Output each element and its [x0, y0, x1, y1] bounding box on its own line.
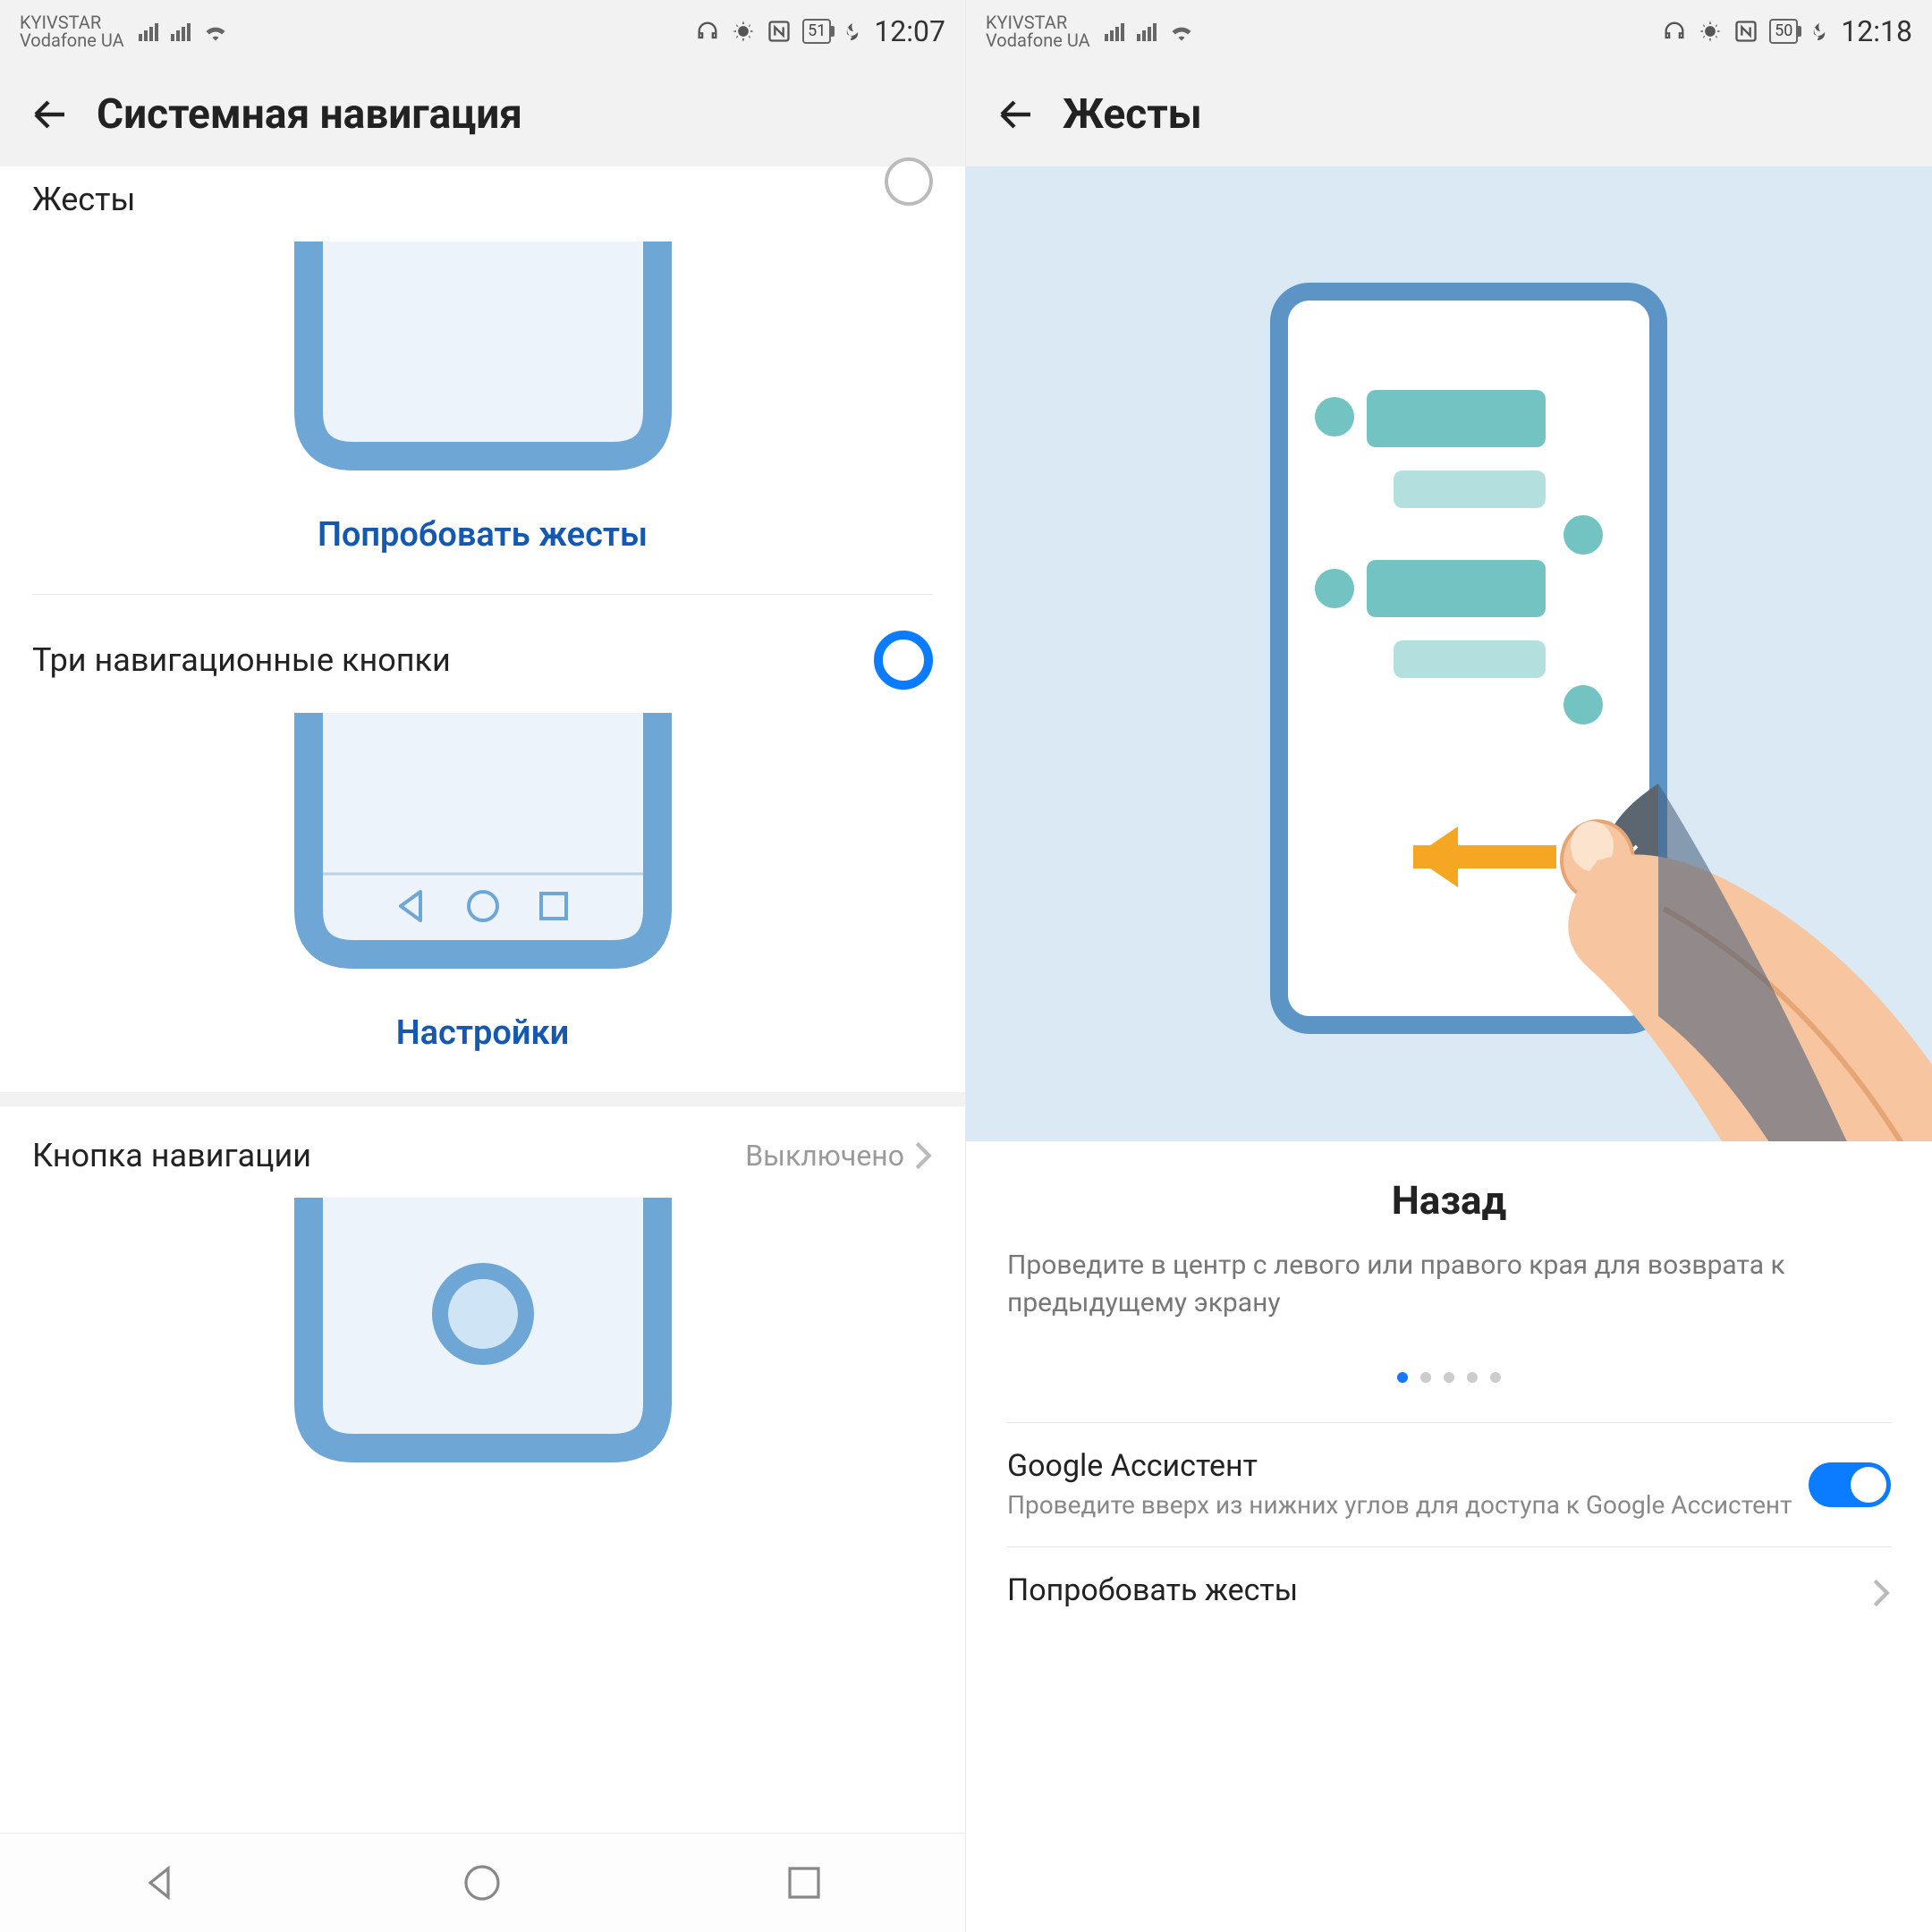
phone-u-shape-icon	[273, 242, 693, 474]
illustration-gestures	[0, 227, 965, 483]
back-arrow-icon	[995, 93, 1038, 136]
carrier-2: Vodafone UA	[986, 31, 1090, 49]
eye-comfort-icon	[731, 19, 756, 44]
illustration-three-buttons	[0, 699, 965, 981]
nav-home-icon[interactable]	[461, 1861, 504, 1904]
status-right: 50 12:18	[1662, 14, 1912, 48]
chevron-right-icon	[1871, 1578, 1891, 1608]
page-indicator[interactable]	[966, 1331, 1932, 1419]
wifi-icon	[1169, 21, 1194, 41]
option-navbtn-label: Кнопка навигации	[32, 1137, 311, 1174]
signal-icon	[171, 21, 194, 41]
leaf-icon	[1809, 21, 1830, 42]
wifi-icon	[203, 21, 228, 41]
dot-3[interactable]	[1444, 1372, 1454, 1383]
page-title: Системная навигация	[97, 90, 522, 139]
battery-level: 50	[1775, 23, 1792, 39]
back-arrow-icon	[29, 93, 72, 136]
option-three-buttons[interactable]: Три навигационные кнопки	[0, 595, 965, 699]
option-gestures-label: Жесты	[32, 181, 135, 218]
headphones-icon	[695, 19, 720, 44]
gesture-illustration[interactable]	[966, 166, 1932, 1141]
slide-description: Проведите в центр с левого или правого к…	[1007, 1247, 1891, 1322]
eye-comfort-icon	[1698, 19, 1723, 44]
back-button[interactable]	[27, 91, 73, 138]
nav-recent-icon[interactable]	[783, 1861, 826, 1904]
nfc-icon	[767, 19, 792, 44]
battery-icon: 51	[802, 19, 831, 44]
chevron-right-icon	[913, 1140, 933, 1171]
google-assistant-title: Google Ассистент	[1007, 1448, 1792, 1484]
screen-gestures: KYIVSTAR Vodafone UA 50 12:18 Жесты	[965, 0, 1932, 1932]
app-header: Жесты	[966, 63, 1932, 166]
screen-system-navigation: KYIVSTAR Vodafone UA 51 12:07 Сис	[0, 0, 965, 1932]
app-header: Системная навигация	[0, 63, 965, 166]
back-button[interactable]	[993, 91, 1039, 138]
slide-text: Назад Проведите в центр с левого или пра…	[966, 1141, 1932, 1331]
signal-icons	[1105, 21, 1194, 41]
clock-time: 12:07	[874, 14, 945, 48]
carrier-1: KYIVSTAR	[986, 13, 1090, 31]
signal-icon	[1105, 21, 1128, 41]
headphones-icon	[1662, 19, 1687, 44]
radio-gestures[interactable]	[885, 157, 933, 206]
nfc-icon	[1733, 19, 1758, 44]
radio-three-buttons[interactable]	[874, 631, 933, 690]
dot-4[interactable]	[1467, 1372, 1478, 1383]
option-three-label: Три навигационные кнопки	[32, 641, 451, 679]
carrier-1: KYIVSTAR	[20, 13, 124, 31]
divider	[1007, 1546, 1891, 1547]
carrier-labels: KYIVSTAR Vodafone UA	[20, 13, 124, 49]
slide-title: Назад	[1007, 1177, 1891, 1247]
signal-icons	[139, 21, 228, 41]
dot-2[interactable]	[1420, 1372, 1431, 1383]
try-gestures-row[interactable]: Попробовать жесты	[966, 1551, 1932, 1635]
phone-three-buttons-icon	[273, 713, 693, 972]
signal-icon	[1137, 21, 1160, 41]
google-assistant-desc: Проведите вверх из нижних углов для дост…	[1007, 1489, 1792, 1521]
illustration-nav-button	[0, 1183, 965, 1475]
system-nav-bar	[0, 1833, 965, 1932]
clock-time: 12:18	[1841, 14, 1912, 48]
option-nav-button[interactable]: Кнопка навигации Выключено	[0, 1106, 965, 1183]
battery-icon: 50	[1769, 19, 1798, 44]
dot-1[interactable]	[1397, 1372, 1408, 1383]
option-navbtn-value: Выключено	[745, 1139, 904, 1173]
three-buttons-settings-link[interactable]: Настройки	[0, 981, 965, 1092]
status-right: 51 12:07	[695, 14, 945, 48]
divider	[1007, 1422, 1891, 1423]
swipe-back-illustration-icon	[966, 166, 1932, 1141]
google-assistant-toggle[interactable]	[1809, 1462, 1891, 1507]
phone-nav-button-icon	[273, 1198, 693, 1466]
status-bar: KYIVSTAR Vodafone UA 51 12:07	[0, 0, 965, 63]
nav-back-icon[interactable]	[140, 1861, 182, 1904]
carrier-labels: KYIVSTAR Vodafone UA	[986, 13, 1090, 49]
battery-level: 51	[808, 23, 826, 39]
signal-icon	[139, 21, 162, 41]
try-gestures-label: Попробовать жесты	[1007, 1572, 1298, 1608]
section-divider	[0, 1092, 965, 1106]
try-gestures-link[interactable]: Попробовать жесты	[0, 483, 965, 594]
google-assistant-row[interactable]: Google Ассистент Проведите вверх из нижн…	[966, 1427, 1932, 1543]
status-bar: KYIVSTAR Vodafone UA 50 12:18	[966, 0, 1932, 63]
carrier-2: Vodafone UA	[20, 31, 124, 49]
leaf-icon	[842, 21, 863, 42]
page-title: Жесты	[1063, 90, 1202, 139]
dot-5[interactable]	[1490, 1372, 1501, 1383]
option-gestures[interactable]: Жесты	[0, 161, 965, 227]
